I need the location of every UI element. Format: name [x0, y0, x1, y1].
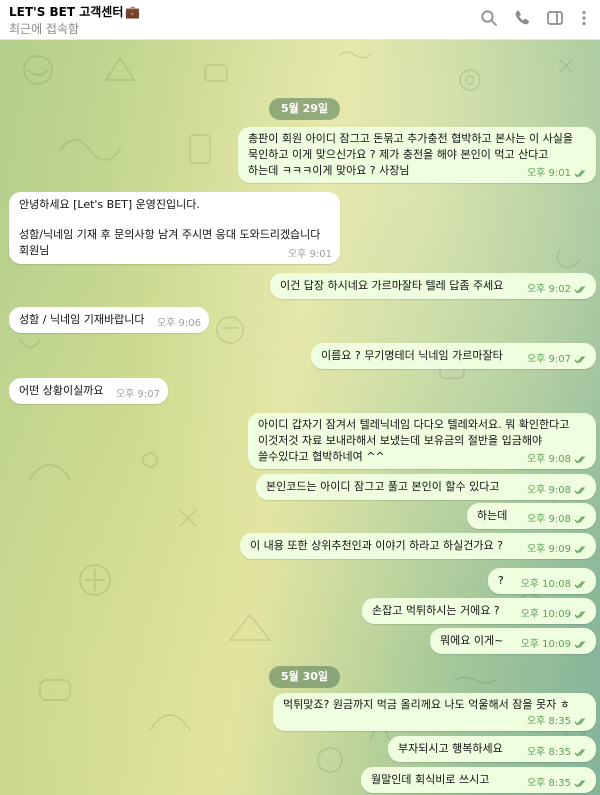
- message-meta: 오후 8:35: [527, 746, 588, 759]
- message-list[interactable]: 5월 29일 총판이 회원 아이디 잠그고 돈묶고 추가충전 협박하고 본사는 …: [0, 40, 600, 795]
- double-check-icon: [574, 456, 585, 464]
- message-time: 오후 9:01: [287, 249, 332, 260]
- double-check-icon: [574, 780, 585, 788]
- sidebar-icon[interactable]: [545, 8, 565, 28]
- message-time: 오후 9:01: [526, 168, 571, 179]
- message-time: 오후 8:35: [526, 778, 571, 789]
- message-meta: 오후 9:08: [527, 513, 588, 526]
- message-time: 오후 9:08: [526, 485, 571, 496]
- message-meta: 오후 10:09: [521, 638, 588, 651]
- message-meta: 오후 10:08: [521, 578, 588, 591]
- message-bubble-incoming[interactable]: 성함 / 닉네임 기재바랍니다 오후 9:06: [9, 307, 209, 333]
- message-bubble-incoming[interactable]: 어떤 상황이실까요 오후 9:07: [9, 378, 168, 404]
- message-meta: 오후 8:35: [527, 715, 588, 728]
- message-bubble-outgoing[interactable]: 이 내용 또한 상위추천인과 이야기 하라고 하실건가요 ? 오후 9:09: [240, 533, 596, 559]
- message-time: 오후 8:35: [526, 747, 571, 758]
- message-time: 오후 9:07: [526, 354, 571, 365]
- message-meta: 오후 10:09: [521, 608, 588, 621]
- message-meta: 오후 8:35: [527, 777, 588, 790]
- message-time: 오후 9:09: [526, 544, 571, 555]
- message-text-line: 성함/닉네임 기재 후 문의사항 남겨 주시면 응대 도와드리겠습니다: [19, 228, 321, 241]
- message-time: 오후 9:08: [526, 454, 571, 465]
- message-time: 오후 9:08: [526, 514, 571, 525]
- message-time: 오후 9:06: [156, 318, 201, 329]
- more-icon[interactable]: [574, 8, 594, 28]
- chat-header: LET'S BET 고객센터 💼 최근에 접속함: [0, 0, 600, 40]
- search-icon[interactable]: [479, 8, 499, 28]
- message-bubble-outgoing[interactable]: 이름요 ? 무기명테더 닉네임 가르마잘타 오후 9:07: [311, 343, 596, 369]
- message-time: 오후 10:09: [520, 639, 571, 650]
- date-divider: 5월 29일: [269, 98, 341, 120]
- message-text-line: 이것저것 자료 보내라해서 보냈는데 보유금의 절반을 입금해야: [258, 434, 543, 447]
- double-check-icon: [574, 487, 585, 495]
- briefcase-emoji: 💼: [125, 5, 141, 19]
- chat-title[interactable]: LET'S BET 고객센터 💼: [9, 3, 140, 20]
- message-meta: 오후 9:08: [527, 484, 588, 497]
- message-bubble-outgoing[interactable]: 부자되시고 행복하세요 오후 8:35: [388, 736, 596, 762]
- message-bubble-outgoing[interactable]: 하는데 오후 9:08: [467, 503, 596, 529]
- phone-icon[interactable]: [512, 8, 532, 28]
- double-check-icon: [574, 581, 585, 589]
- last-seen-status: 최근에 접속함: [9, 22, 80, 36]
- message-bubble-outgoing[interactable]: 총판이 회원 아이디 잠그고 돈묶고 추가충전 협박하고 본사는 이 사실을 묵…: [238, 127, 596, 183]
- message-time: 오후 10:09: [520, 609, 571, 620]
- message-text-line: 안녕하세요 [Let's BET] 운영진입니다.: [19, 198, 200, 211]
- double-check-icon: [574, 641, 585, 649]
- message-text-line: 총판이 회원 아이디 잠그고 돈묶고 추가충전 협박하고 본사는 이 사실을: [248, 132, 573, 145]
- message-bubble-incoming[interactable]: 안녕하세요 [Let's BET] 운영진입니다. 성함/닉네임 기재 후 문의…: [9, 192, 340, 264]
- message-time: 오후 8:35: [526, 716, 571, 727]
- message-meta: 오후 9:02: [527, 283, 588, 296]
- double-check-icon: [574, 718, 585, 726]
- chat-window: LET'S BET 고객센터 💼 최근에 접속함 5월 29일 총판이 회원 아…: [0, 0, 600, 795]
- double-check-icon: [574, 286, 585, 294]
- message-meta: 오후 9:01: [527, 167, 588, 180]
- message-time: 오후 10:08: [520, 579, 571, 590]
- message-meta: 오후 9:08: [527, 453, 588, 466]
- date-divider: 5월 30일: [269, 666, 341, 688]
- double-check-icon: [574, 546, 585, 554]
- double-check-icon: [574, 170, 585, 178]
- message-bubble-outgoing[interactable]: 본인코드는 아이디 잠그고 풀고 본인이 할수 있다고 오후 9:08: [256, 474, 596, 500]
- double-check-icon: [574, 356, 585, 364]
- message-text-line: 묵인하고 이게 맞으신가요 ? 제가 충전을 해야 본인이 먹고 산다고: [248, 148, 549, 161]
- message-bubble-outgoing[interactable]: 손잡고 먹튀하시는 거에요 ? 오후 10:09: [362, 598, 596, 624]
- message-text-line: 아이디 갑자기 잠겨서 텔레닉네임 다다오 텔레와서요. 뭐 확인한다고: [258, 418, 570, 431]
- message-bubble-outgoing[interactable]: 뭐에요 이게~ 오후 10:09: [430, 628, 596, 654]
- message-text-line: 먹튀맞죠? 원금까지 먹금 올리께요 나도 억울해서 잠을 못자 ㅎ: [283, 698, 570, 711]
- message-bubble-outgoing[interactable]: 먹튀맞죠? 원금까지 먹금 올리께요 나도 억울해서 잠을 못자 ㅎ 오후 8:…: [273, 693, 596, 731]
- message-meta: 오후 9:07: [527, 353, 588, 366]
- double-check-icon: [574, 516, 585, 524]
- message-text-line: [19, 213, 330, 227]
- message-bubble-outgoing[interactable]: 이건 답장 하시네요 가르마잘타 텔레 답좀 주세요 오후 9:02: [270, 273, 596, 299]
- message-meta: 오후 9:06: [157, 317, 201, 330]
- message-time: 오후 9:02: [526, 284, 571, 295]
- double-check-icon: [574, 611, 585, 619]
- message-bubble-outgoing[interactable]: 월말인데 회식비로 쓰시고 오후 8:35: [361, 767, 596, 793]
- message-text-line: 회원님: [19, 244, 50, 257]
- chat-title-text: LET'S BET 고객센터: [9, 5, 124, 19]
- message-meta: 오후 9:01: [288, 248, 332, 261]
- message-time: 오후 9:07: [115, 389, 160, 400]
- message-meta: 오후 9:09: [527, 543, 588, 556]
- message-bubble-outgoing[interactable]: 아이디 갑자기 잠겨서 텔레닉네임 다다오 텔레와서요. 뭐 확인한다고 이것저…: [248, 413, 596, 469]
- double-check-icon: [574, 749, 585, 757]
- message-meta: 오후 9:07: [116, 388, 160, 401]
- message-bubble-outgoing[interactable]: ? 오후 10:08: [488, 568, 596, 594]
